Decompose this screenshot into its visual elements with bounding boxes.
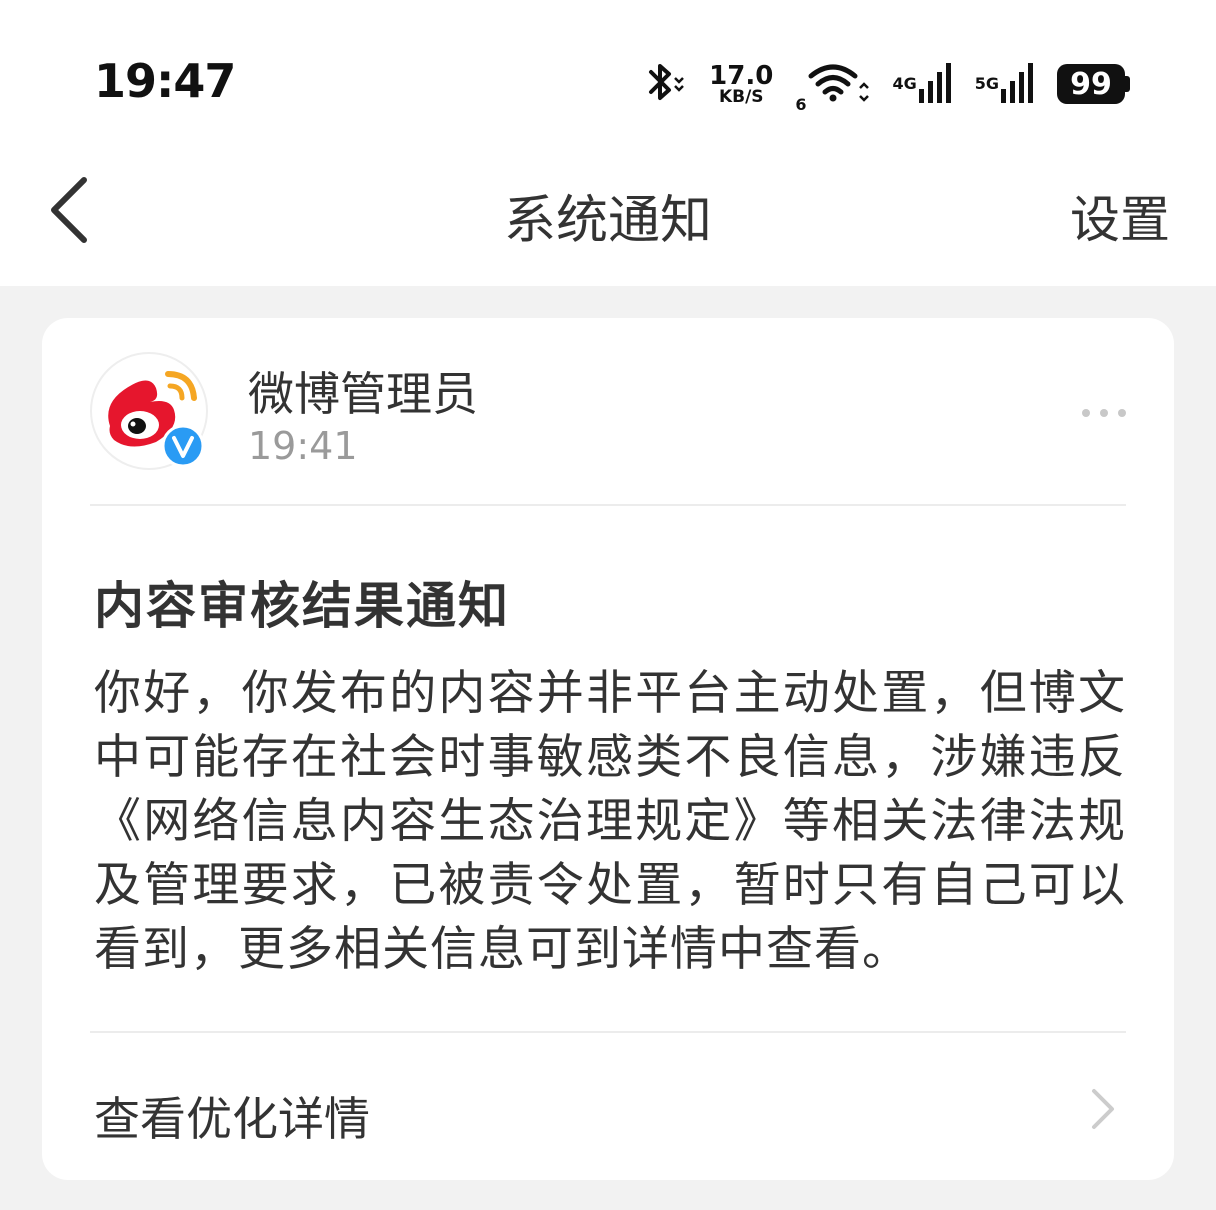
- more-options-icon[interactable]: [1080, 404, 1128, 417]
- data-arrows-icon: [858, 62, 870, 106]
- notification-title: 内容审核结果通知: [94, 577, 510, 635]
- sim2-signal: 5G: [975, 61, 1035, 107]
- weibo-logo-icon: [90, 352, 208, 470]
- settings-button[interactable]: 设置: [1070, 180, 1170, 252]
- battery-icon: 99: [1057, 64, 1130, 104]
- sender-name[interactable]: 微博管理员: [248, 358, 478, 424]
- net-speed-unit: KB/S: [718, 86, 764, 107]
- chevron-right-icon: [1088, 1085, 1118, 1133]
- page-title: 系统通知: [503, 191, 712, 251]
- avatar[interactable]: [90, 352, 208, 470]
- view-details-row[interactable]: 查看优化详情: [42, 1033, 1174, 1180]
- view-details-label: 查看优化详情: [94, 1092, 370, 1146]
- top-bar: 19:47 17.0 KB/S 6 4G 5G 99 系统通知 设置: [0, 0, 1216, 286]
- net-speed-value: 17.0: [709, 60, 774, 91]
- signal-icon: [1001, 61, 1035, 107]
- net-speed: 17.0 KB/S: [709, 63, 773, 106]
- wifi-label: 6: [795, 95, 807, 114]
- wifi-indicator: 6: [795, 62, 870, 114]
- sender-time: 19:41: [248, 424, 358, 468]
- signal-icon: [918, 61, 953, 107]
- sim1-label: 4G: [892, 74, 917, 93]
- bluetooth-icon: [643, 58, 687, 110]
- sim1-signal: 4G: [892, 61, 952, 107]
- status-time: 19:47: [94, 54, 236, 108]
- wifi-icon: [808, 62, 858, 106]
- status-icons: 17.0 KB/S 6 4G 5G 99: [643, 56, 1130, 114]
- notification-card: 微博管理员 19:41 内容审核结果通知 你好，你发布的内容并非平台主动处置，但…: [42, 318, 1174, 1180]
- notification-body: 你好，你发布的内容并非平台主动处置，但博文中可能存在社会时事敏感类不良信息，涉嫌…: [94, 666, 1126, 977]
- divider: [90, 504, 1126, 506]
- sim2-label: 5G: [974, 74, 999, 93]
- battery-level: 99: [1057, 64, 1125, 104]
